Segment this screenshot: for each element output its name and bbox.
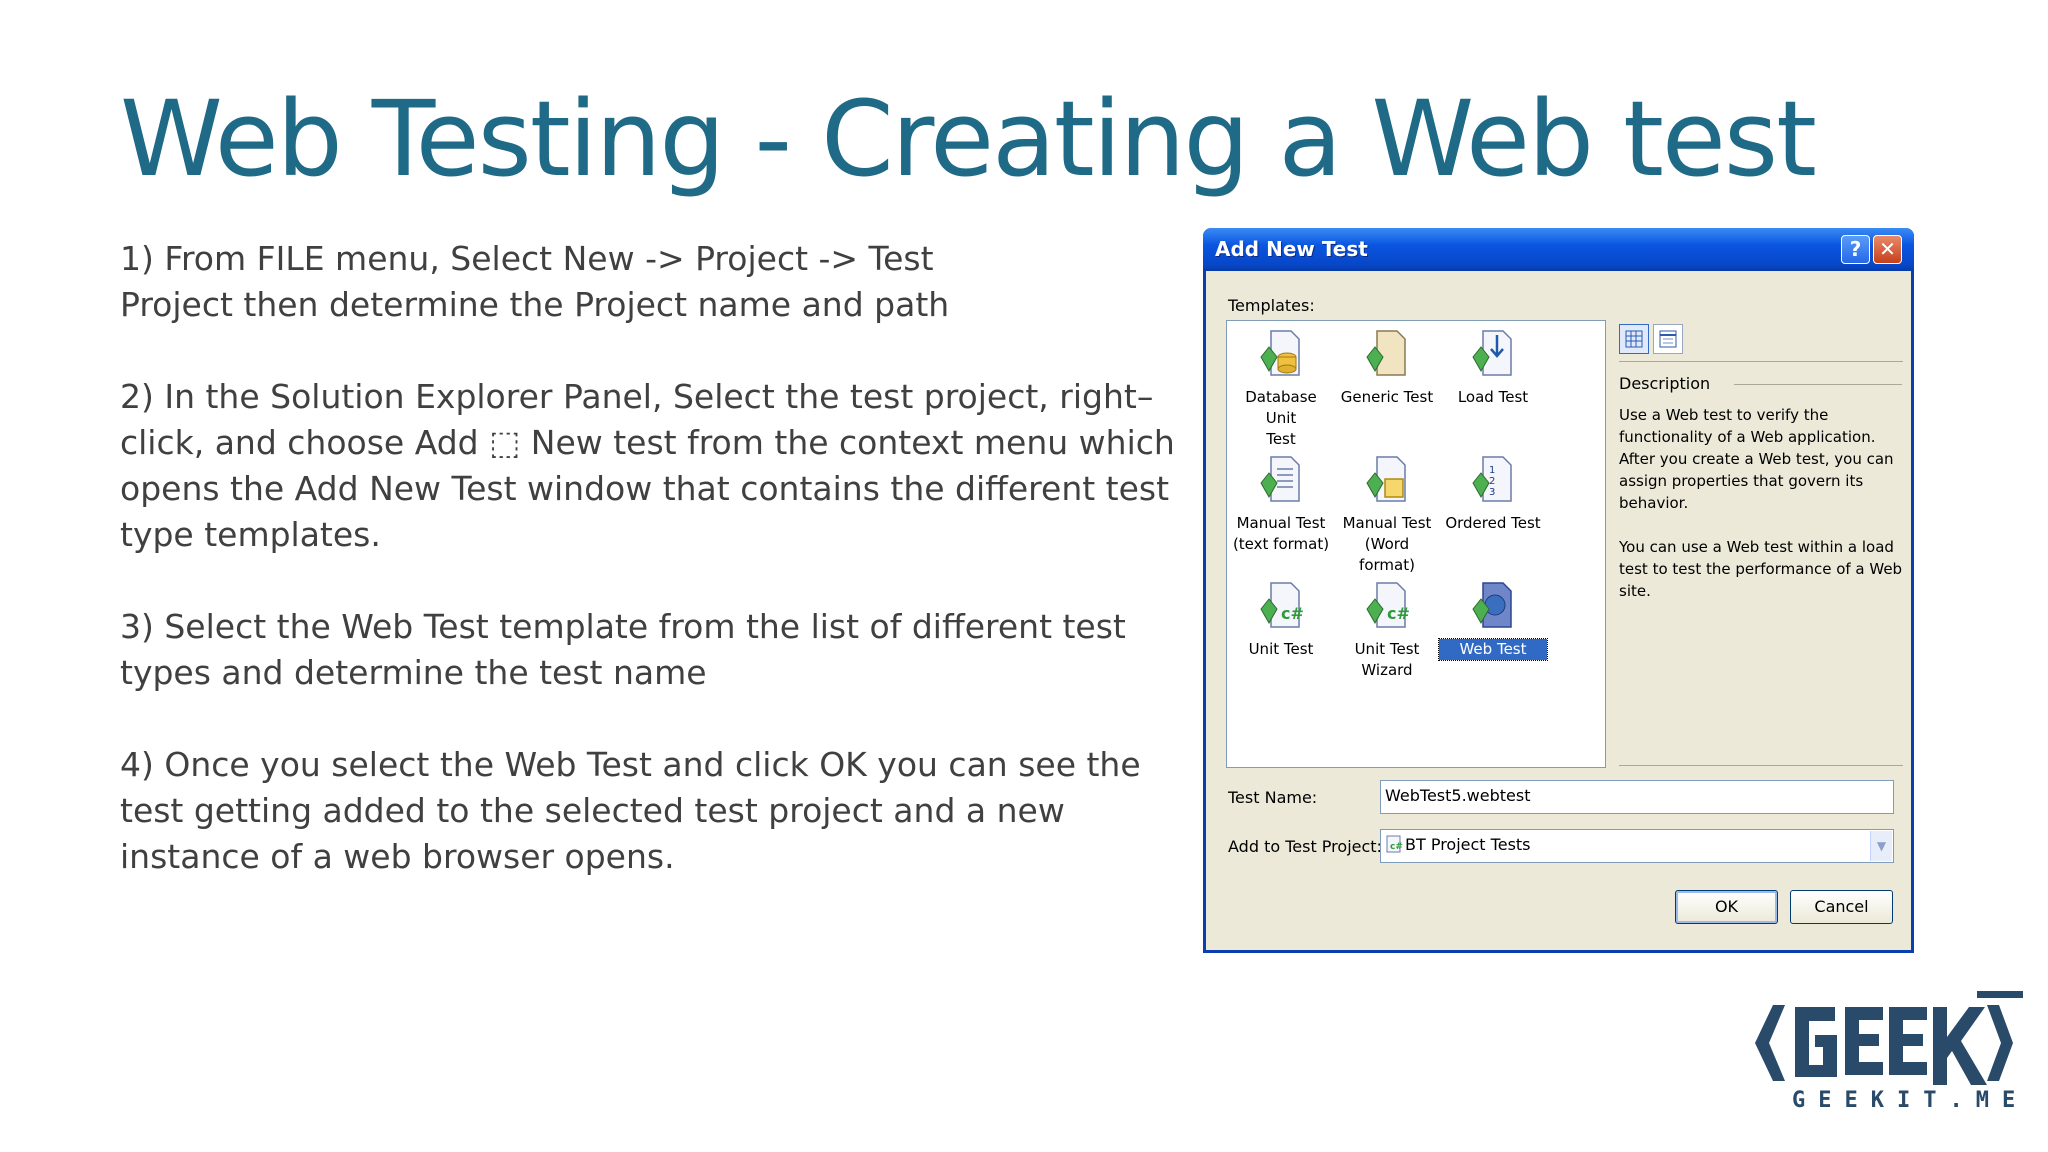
- description-text: Use a Web test to verify the functionali…: [1619, 404, 1904, 624]
- add-to-project-value: BT Project Tests: [1405, 835, 1531, 854]
- template-database-unit-test[interactable]: Database Unit Test: [1227, 327, 1335, 450]
- ordered-test-icon: 1 2 3: [1472, 456, 1512, 502]
- template-web-test[interactable]: Web Test: [1438, 579, 1548, 661]
- database-unit-test-icon: [1260, 330, 1300, 376]
- add-new-test-dialog: Add New Test ? ✕ Templates: Database Uni…: [1203, 228, 1914, 953]
- slide-title: Web Testing - Creating a Web test: [120, 78, 1817, 200]
- description-separator: [1734, 384, 1902, 385]
- template-unit-test-wizard[interactable]: c# Unit Test Wizard: [1333, 579, 1441, 681]
- template-label: Manual Test (text format): [1232, 514, 1330, 553]
- chevron-down-icon[interactable]: ▼: [1870, 831, 1892, 861]
- svg-text:2: 2: [1489, 476, 1495, 487]
- template-load-test[interactable]: Load Test: [1439, 327, 1547, 408]
- test-name-input[interactable]: WebTest5.webtest: [1380, 780, 1894, 814]
- manual-test-text-icon: [1260, 456, 1300, 502]
- template-label: Database Unit Test: [1245, 388, 1317, 448]
- template-label: Unit Test Wizard: [1354, 640, 1420, 679]
- add-to-project-label: Add to Test Project:: [1228, 837, 1382, 856]
- manual-test-word-icon: [1366, 456, 1406, 502]
- test-project-icon: c#: [1386, 835, 1403, 853]
- close-button[interactable]: ✕: [1873, 235, 1902, 264]
- template-unit-test[interactable]: c# Unit Test: [1227, 579, 1335, 660]
- description-paragraph: Use a Web test to verify the functionali…: [1619, 406, 1894, 512]
- template-label: Load Test: [1457, 388, 1529, 406]
- template-label: Generic Test: [1340, 388, 1434, 406]
- step-4-text: 4) Once you select the Web Test and clic…: [120, 745, 1141, 876]
- svg-text:3: 3: [1489, 487, 1495, 498]
- step-1-text: 1) From FILE menu, Select New -> Project…: [120, 239, 950, 324]
- cancel-button[interactable]: Cancel: [1790, 890, 1893, 924]
- template-label: Unit Test: [1248, 640, 1314, 658]
- add-to-project-select[interactable]: c# BT Project Tests ▼: [1380, 829, 1894, 863]
- dialog-titlebar[interactable]: Add New Test ? ✕: [1203, 228, 1914, 271]
- web-test-icon: [1472, 582, 1512, 628]
- details-view-icon: [1659, 330, 1677, 348]
- logo-subtitle: GEEKIT.ME: [1792, 1088, 2029, 1113]
- templates-list[interactable]: Database Unit Test Generic Test Load Tes…: [1226, 320, 1606, 768]
- description-label: Description: [1619, 374, 1711, 393]
- large-icons-view-button[interactable]: [1619, 324, 1649, 354]
- step-2-text: 2) In the Solution Explorer Panel, Selec…: [120, 377, 1175, 554]
- template-manual-test-word[interactable]: Manual Test (Word format): [1333, 453, 1441, 576]
- template-ordered-test[interactable]: 1 2 3 Ordered Test: [1439, 453, 1547, 534]
- unit-test-wizard-icon: c#: [1366, 582, 1410, 628]
- dialog-title: Add New Test: [1215, 237, 1368, 261]
- templates-label: Templates:: [1228, 296, 1315, 315]
- description-bottom-separator: [1619, 765, 1903, 766]
- template-label: Manual Test (Word format): [1342, 514, 1432, 574]
- details-view-button[interactable]: [1653, 324, 1683, 354]
- template-label: Web Test: [1438, 638, 1548, 661]
- template-manual-test-text[interactable]: Manual Test (text format): [1227, 453, 1335, 555]
- load-test-icon: [1472, 330, 1512, 376]
- description-paragraph: You can use a Web test within a load tes…: [1619, 538, 1903, 600]
- svg-text:c#: c#: [1390, 842, 1403, 852]
- test-name-label: Test Name:: [1228, 788, 1318, 807]
- template-label: Ordered Test: [1445, 514, 1541, 532]
- svg-text:c#: c#: [1281, 604, 1304, 623]
- generic-test-icon: [1366, 330, 1406, 376]
- ok-button[interactable]: OK: [1675, 890, 1778, 924]
- svg-text:1: 1: [1489, 465, 1495, 476]
- template-generic-test[interactable]: Generic Test: [1333, 327, 1441, 408]
- unit-test-icon: c#: [1260, 582, 1304, 628]
- slide-body: 1) From FILE menu, Select New -> Project…: [120, 236, 1180, 926]
- view-separator: [1619, 361, 1903, 362]
- help-button[interactable]: ?: [1841, 235, 1870, 264]
- svg-text:c#: c#: [1387, 604, 1410, 623]
- large-icons-icon: [1625, 330, 1643, 348]
- step-3-text: 3) Select the Web Test template from the…: [120, 607, 1126, 692]
